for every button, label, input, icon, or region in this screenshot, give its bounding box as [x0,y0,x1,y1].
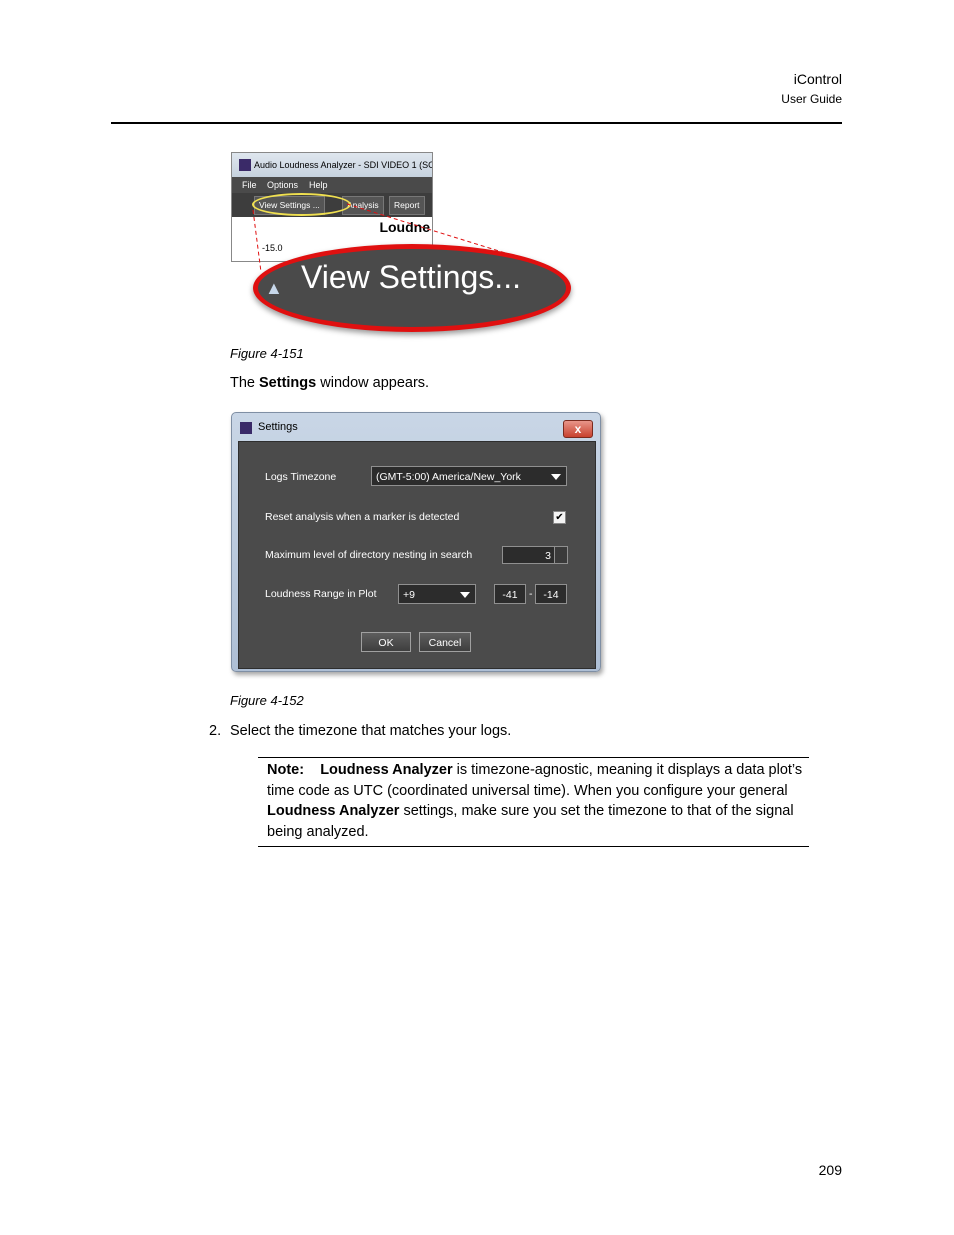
settings-window: Settings x Logs Timezone (GMT-5:00) Amer… [231,412,601,672]
close-button[interactable]: x [563,420,593,438]
reset-analysis-checkbox[interactable]: ✔ [553,511,566,524]
app-icon [240,422,252,434]
figure-caption: Figure 4-152 [230,693,304,708]
reset-analysis-label: Reset analysis when a marker is detected [265,511,460,523]
nesting-level-label: Maximum level of directory nesting in se… [265,549,473,561]
text-fragment: window appears. [316,375,430,391]
settings-appears-text: The Settings window appears. [230,375,429,391]
note-product-name: Loudness Analyzer [267,803,400,819]
header-rule [111,122,842,124]
ok-button[interactable]: OK [361,632,411,652]
logs-timezone-label: Logs Timezone [265,471,337,483]
range-low-field[interactable]: -41 [494,584,526,604]
note-top-rule [258,757,809,758]
figure-view-settings: Audio Loudness Analyzer - SDI VIDEO 1 (S… [231,152,571,332]
logs-timezone-select[interactable]: (GMT-5:00) America/New_York [371,466,567,486]
logs-timezone-value: (GMT-5:00) America/New_York [376,471,521,483]
chevron-down-icon [460,592,470,598]
figure-caption: Figure 4-151 [230,346,304,361]
page-number: 209 [818,1162,842,1178]
settings-panel: Logs Timezone (GMT-5:00) America/New_Yor… [238,441,596,669]
note-label: Note: [267,762,305,778]
settings-window-title: Settings [258,421,298,433]
range-high-field[interactable]: -14 [535,584,567,604]
running-header-subtitle: User Guide [781,92,842,106]
nesting-level-stepper[interactable]: 3 [502,546,568,564]
nesting-level-value: 3 [545,550,551,562]
cancel-button[interactable]: Cancel [419,632,471,652]
loudness-range-select[interactable]: +9 [398,584,476,604]
step-text: Select the timezone that matches your lo… [230,723,512,739]
loudness-range-value: +9 [403,589,415,601]
note-bottom-rule [258,846,809,847]
zoom-callout-label: View Settings... [301,259,521,295]
running-header-title: iControl [793,71,842,87]
loudness-range-label: Loudness Range in Plot [265,588,377,600]
note-product-name: Loudness Analyzer [320,762,453,778]
text-fragment: The [230,375,260,391]
text-bold: Settings [259,375,317,391]
note-block: Note: Loudness Analyzer is timezone-agno… [267,760,807,842]
stepper-arrows-icon[interactable] [554,547,567,563]
step-number: 2. [209,723,222,739]
range-separator: - [529,588,533,600]
chevron-down-icon [551,474,561,480]
arrow-up-icon: ▲ [265,278,283,298]
